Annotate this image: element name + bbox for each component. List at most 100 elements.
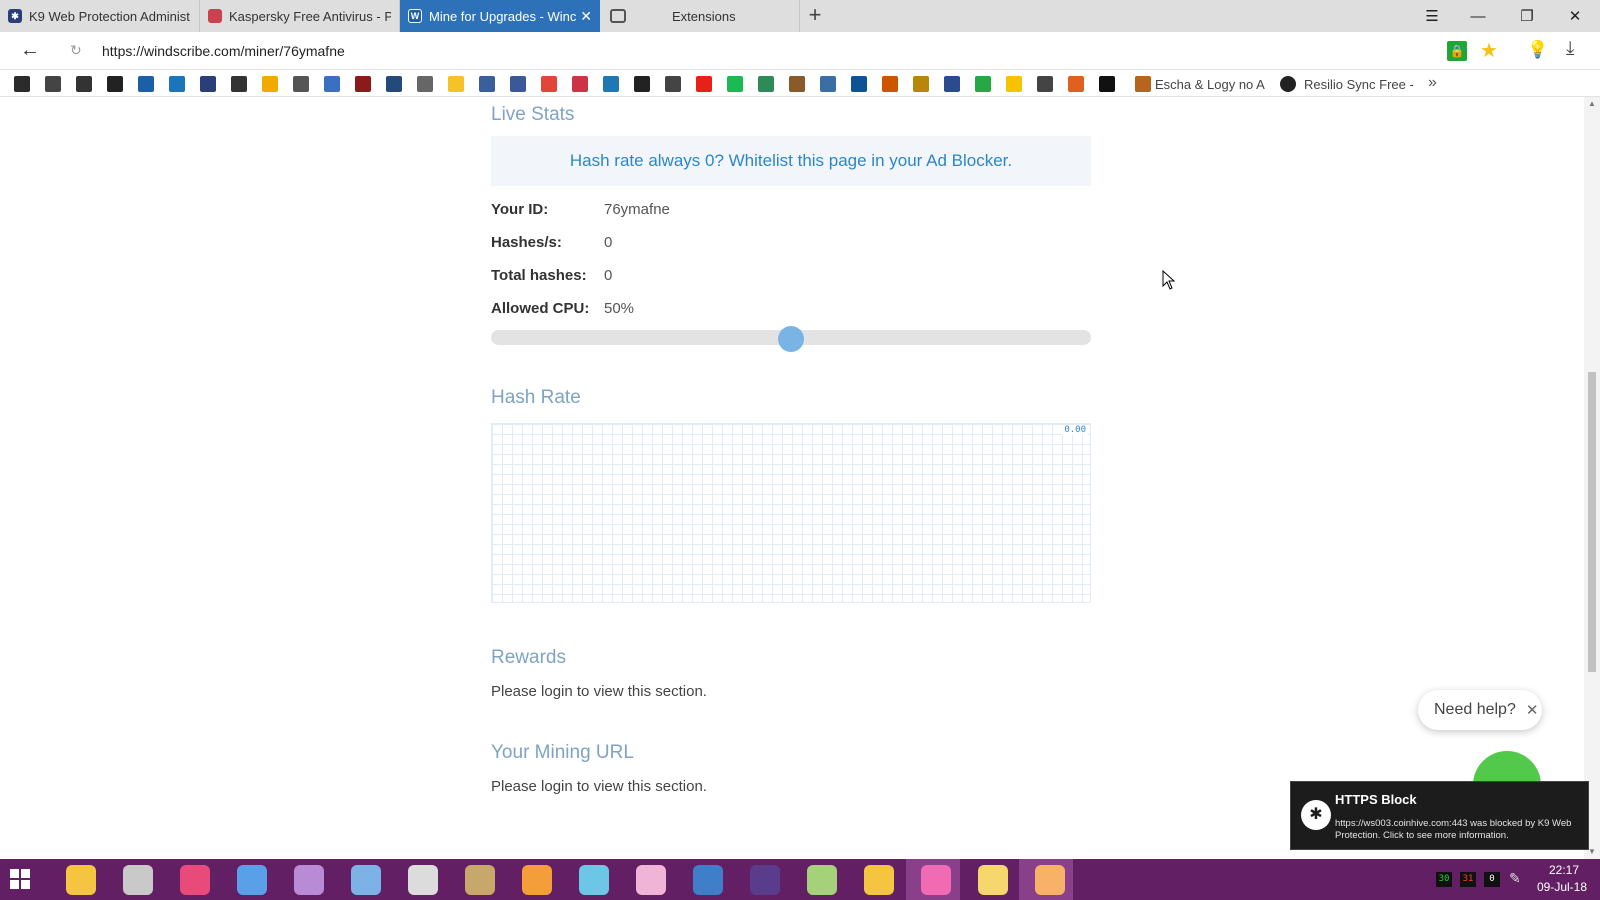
taskbar-app-icon[interactable]: [750, 865, 780, 895]
tab-kaspersky[interactable]: Kaspersky Free Antivirus - Pr: [200, 0, 400, 32]
taskbar-app-icon[interactable]: [237, 865, 267, 895]
back-arrow-icon[interactable]: ←: [18, 39, 42, 63]
bookmark-favicon-icon[interactable]: [138, 76, 154, 92]
stat-label-allowed-cpu: Allowed CPU:: [491, 300, 590, 317]
taskbar-app-icon[interactable]: [864, 865, 894, 895]
stat-label-total-hashes: Total hashes:: [491, 267, 587, 284]
bookmark-favicon-icon[interactable]: [200, 76, 216, 92]
bookmark-favicon-icon[interactable]: [1006, 76, 1022, 92]
bookmark-favicon-icon[interactable]: [386, 76, 402, 92]
bookmark-favicon-icon[interactable]: [355, 76, 371, 92]
cpu-slider-thumb[interactable]: [778, 326, 804, 352]
bookmark-favicon-icon[interactable]: [665, 76, 681, 92]
notification-body: https://ws003.coinhive.com:443 was block…: [1335, 818, 1572, 841]
taskbar-app-icon[interactable]: [465, 865, 495, 895]
bookmark-favicon-icon[interactable]: [231, 76, 247, 92]
windows-start-icon[interactable]: [10, 869, 30, 889]
bookmarks-overflow-icon[interactable]: »: [1428, 74, 1437, 92]
bookmark-favicon-icon[interactable]: [541, 76, 557, 92]
taskbar-app-icon[interactable]: [408, 865, 438, 895]
bookmark-favicon-icon[interactable]: [262, 76, 278, 92]
bookmark-favicon-icon[interactable]: [944, 76, 960, 92]
bookmark-favicon-icon[interactable]: [510, 76, 526, 92]
page-scrollbar[interactable]: ▲ ▼: [1584, 97, 1600, 859]
bookmark-favicon-icon[interactable]: [1099, 76, 1115, 92]
tab-windscribe[interactable]: W Mine for Upgrades - Winc ✕: [400, 0, 600, 32]
rewards-login-text: Please login to view this section.: [491, 683, 707, 700]
bookmark-favicon-icon[interactable]: [789, 76, 805, 92]
bookmark-favicon-icon[interactable]: [479, 76, 495, 92]
bookmark-favicon-icon[interactable]: [913, 76, 929, 92]
taskbar-app-icon[interactable]: [294, 865, 324, 895]
bookmark-star-icon[interactable]: ★: [1480, 38, 1498, 63]
bookmark-favicon-icon[interactable]: [76, 76, 92, 92]
bookmark-favicon-icon[interactable]: [975, 76, 991, 92]
bookmark-favicon-icon[interactable]: [603, 76, 619, 92]
taskbar-app-icon[interactable]: [1035, 865, 1065, 895]
minimize-icon[interactable]: —: [1455, 0, 1501, 32]
tray-counter-2[interactable]: 31: [1460, 872, 1476, 887]
stat-label-hashes-per-sec: Hashes/s:: [491, 234, 562, 251]
bookmark-favicon-icon[interactable]: [324, 76, 340, 92]
tab-extensions[interactable]: Extensions: [600, 0, 800, 32]
tray-counter-1[interactable]: 30: [1436, 872, 1452, 887]
bookmark-favicon-icon[interactable]: [14, 76, 30, 92]
scroll-up-arrow-icon[interactable]: ▲: [1588, 99, 1596, 108]
bookmark-favicon-icon[interactable]: [820, 76, 836, 92]
bookmark-favicon-icon[interactable]: [448, 76, 464, 92]
cpu-slider-track[interactable]: [491, 326, 1091, 352]
clock-time[interactable]: 22:17: [1536, 863, 1592, 877]
need-help-bubble[interactable]: Need help? ✕: [1418, 690, 1542, 730]
tray-counter-3[interactable]: 0: [1484, 872, 1500, 887]
bookmark-favicon-icon[interactable]: [107, 76, 123, 92]
taskbar-app-icon[interactable]: [978, 865, 1008, 895]
new-tab-plus-icon[interactable]: +: [803, 4, 827, 28]
taskbar-app-icon[interactable]: [579, 865, 609, 895]
bookmark-favicon-icon[interactable]: [417, 76, 433, 92]
reload-icon[interactable]: ↻: [70, 42, 82, 59]
url-field[interactable]: https://windscribe.com/miner/76ymafne: [102, 43, 345, 59]
bookmark-favicon-icon[interactable]: [758, 76, 774, 92]
tab-label: Extensions: [672, 8, 736, 24]
help-close-icon[interactable]: ✕: [1526, 701, 1539, 719]
taskbar-app-icon[interactable]: [693, 865, 723, 895]
taskbar-app-icon[interactable]: [180, 865, 210, 895]
restore-icon[interactable]: ❐: [1504, 0, 1550, 32]
taskbar-app-icon[interactable]: [636, 865, 666, 895]
tab-k9[interactable]: ✱ K9 Web Protection Administ: [0, 0, 200, 32]
bookmark-favicon-icon[interactable]: [293, 76, 309, 92]
taskbar-app-icon[interactable]: [66, 865, 96, 895]
bookmark-favicon-icon[interactable]: [727, 76, 743, 92]
escha-bookmark-icon[interactable]: [1135, 76, 1151, 92]
whitelist-link[interactable]: Hash rate always 0? Whitelist this page …: [570, 151, 1012, 171]
taskbar-app-icon[interactable]: [921, 865, 951, 895]
scroll-down-arrow-icon[interactable]: ▼: [1588, 847, 1596, 856]
taskbar-app-icon[interactable]: [522, 865, 552, 895]
bookmark-escha-label[interactable]: Escha & Logy no A: [1155, 77, 1265, 92]
scrollbar-thumb[interactable]: [1588, 372, 1596, 672]
bookmark-favicon-icon[interactable]: [169, 76, 185, 92]
bookmark-favicon-icon[interactable]: [45, 76, 61, 92]
lightbulb-icon[interactable]: 💡: [1527, 40, 1548, 60]
bookmark-favicon-icon[interactable]: [1068, 76, 1084, 92]
download-icon[interactable]: ⤓: [1566, 38, 1574, 60]
pen-tray-icon[interactable]: ✎: [1509, 870, 1521, 887]
bookmark-favicon-icon[interactable]: [882, 76, 898, 92]
bookmark-favicon-icon[interactable]: [1037, 76, 1053, 92]
https-block-notification[interactable]: ✱ HTTPS Block https://ws003.coinhive.com…: [1290, 781, 1589, 850]
stat-value-hashes-per-sec: 0: [604, 234, 613, 251]
taskbar-app-icon[interactable]: [807, 865, 837, 895]
bookmark-favicon-icon[interactable]: [572, 76, 588, 92]
taskbar-app-icon[interactable]: [123, 865, 153, 895]
browser-menu-icon[interactable]: ☰: [1409, 0, 1455, 32]
bookmark-favicon-icon[interactable]: [634, 76, 650, 92]
clock-date[interactable]: 09-Jul-18: [1530, 880, 1594, 894]
bookmark-resilio-label[interactable]: Resilio Sync Free -: [1304, 77, 1414, 92]
bookmark-favicon-icon[interactable]: [696, 76, 712, 92]
close-window-icon[interactable]: ✕: [1552, 0, 1598, 32]
bookmark-favicon-icon[interactable]: [851, 76, 867, 92]
resilio-bookmark-icon[interactable]: [1280, 76, 1296, 92]
taskbar-app-icon[interactable]: [351, 865, 381, 895]
tab-close-icon[interactable]: ✕: [580, 8, 592, 25]
lock-icon[interactable]: 🔒: [1447, 41, 1467, 61]
